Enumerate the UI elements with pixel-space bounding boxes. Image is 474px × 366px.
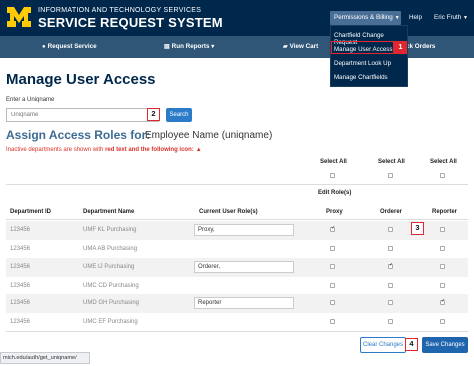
circle-icon: ● [42, 44, 46, 50]
department-id: 123456 [10, 227, 31, 233]
orderer-checkbox[interactable] [388, 319, 393, 324]
nav-request-service[interactable]: ● Request Service [42, 43, 97, 50]
department-id: 123456 [10, 283, 31, 289]
nav-view-cart[interactable]: ▰ View Cart [283, 43, 318, 50]
select-all-orderer-label: Select All [378, 159, 405, 165]
table-row: 123456 UMD GH Purchasing Reporter [6, 294, 468, 313]
header-divider [6, 219, 468, 220]
brand-subtitle: INFORMATION AND TECHNOLOGY SERVICES [38, 7, 202, 14]
current-role-field[interactable]: Reporter [194, 297, 294, 309]
callout-1: 1 [394, 41, 407, 54]
select-all-proxy-checkbox[interactable] [330, 173, 335, 178]
orderer-checkbox[interactable] [388, 283, 393, 288]
save-changes-button[interactable]: Save Changes [422, 337, 468, 353]
assign-roles-subject: Employee Name (uniqname) [145, 130, 273, 141]
col-department-id: Department ID [10, 209, 52, 215]
department-name: UMA AB Purchasing [83, 246, 138, 252]
permissions-menu-label: Permissions & Billing [334, 14, 393, 21]
divider [6, 184, 468, 185]
assign-roles-title: Assign Access Roles for: [6, 128, 151, 142]
col-department-name: Department Name [83, 209, 135, 215]
callout-3: 3 [411, 222, 424, 235]
inactive-note-bold: red text and the following icon: [105, 147, 194, 153]
nav-track-orders[interactable]: ck Orders [406, 43, 435, 50]
reporter-checkbox[interactable] [440, 298, 445, 305]
proxy-checkbox[interactable] [330, 283, 335, 288]
table-row: 123456 UMA AB Purchasing [6, 240, 468, 259]
orderer-checkbox[interactable] [388, 300, 393, 305]
department-id: 123456 [10, 246, 31, 252]
department-name: UMC CD Purchasing [83, 283, 139, 289]
nav-request-service-label: Request Service [47, 43, 97, 50]
select-all-reporter-label: Select All [430, 159, 457, 165]
uniqname-label: Enter a Uniqname [6, 97, 55, 103]
proxy-checkbox[interactable] [330, 300, 335, 305]
permissions-billing-menu[interactable]: Permissions & Billing ▼ [330, 11, 401, 25]
orderer-checkbox[interactable] [388, 262, 393, 269]
caret-down-icon: ▾ [211, 44, 215, 50]
department-name: UMC EF Purchasing [83, 319, 138, 325]
reporter-checkbox[interactable] [440, 246, 445, 251]
nav-run-reports-label: Run Reports [171, 43, 210, 50]
umich-block-m-logo[interactable] [6, 5, 32, 29]
current-role-field[interactable]: Proxy, [194, 224, 294, 236]
col-current-roles: Current User Role(s) [199, 209, 258, 215]
reporter-checkbox[interactable] [440, 264, 445, 269]
reporter-checkbox[interactable] [440, 319, 445, 324]
table-row: 123456 UME IJ Purchasing Orderer, [6, 258, 468, 277]
nav-view-cart-label: View Cart [289, 43, 319, 50]
proxy-checkbox[interactable] [330, 225, 335, 232]
department-id: 123456 [10, 300, 31, 306]
col-orderer: Orderer [380, 209, 403, 215]
table-row: 123456 UMC EF Purchasing [6, 313, 468, 332]
callout-2: 2 [147, 108, 160, 121]
callout-4: 4 [405, 338, 418, 351]
orderer-checkbox[interactable] [388, 227, 393, 232]
caret-down-icon: ▼ [463, 15, 468, 21]
clear-changes-button[interactable]: Clear Changes [360, 337, 406, 353]
table-bottom-divider [6, 331, 468, 332]
uniqname-input[interactable] [6, 108, 159, 122]
warning-icon: ▲ [195, 147, 202, 153]
table-row: 123456 UMF KL Purchasing Proxy, [6, 221, 468, 240]
current-role-field[interactable]: Orderer, [194, 261, 294, 273]
department-name: UMD GH Purchasing [83, 300, 140, 306]
status-url: mich.edu/auth/get_uniqname/ [0, 352, 90, 364]
nav-run-reports[interactable]: ▤ Run Reports ▾ [164, 43, 216, 50]
reporter-checkbox[interactable] [440, 227, 445, 232]
callout-1-highlight [331, 41, 394, 54]
department-id: 123456 [10, 264, 31, 270]
department-name: UME IJ Purchasing [83, 264, 135, 270]
col-proxy: Proxy [326, 209, 343, 215]
select-all-orderer-checkbox[interactable] [388, 173, 393, 178]
select-all-reporter-checkbox[interactable] [440, 173, 445, 178]
select-all-proxy-label: Select All [320, 159, 347, 165]
cart-icon: ▰ [283, 44, 288, 50]
dropdown-department-look-up[interactable]: Department Look Up [334, 60, 391, 67]
help-link[interactable]: Help [409, 14, 422, 21]
permissions-dropdown: Chartfield Change Request Manage User Ac… [330, 25, 408, 87]
user-menu[interactable]: Eric Fruth ▼ [434, 14, 468, 21]
reporter-checkbox[interactable] [440, 283, 445, 288]
search-button[interactable]: Search [166, 108, 192, 122]
inactive-note-text: Inactive departments are shown with [6, 147, 106, 153]
proxy-checkbox[interactable] [330, 264, 335, 269]
department-id: 123456 [10, 319, 31, 325]
inactive-department-note: Inactive departments are shown with red … [6, 147, 202, 153]
user-name: Eric Fruth [434, 14, 462, 21]
caret-down-icon: ▼ [394, 15, 400, 21]
department-name: UMF KL Purchasing [83, 227, 137, 233]
proxy-checkbox[interactable] [330, 319, 335, 324]
reports-icon: ▤ [164, 44, 170, 50]
proxy-checkbox[interactable] [330, 246, 335, 251]
brand-title: SERVICE REQUEST SYSTEM [38, 15, 223, 30]
edit-roles-header: Edit Role(s) [318, 190, 352, 196]
page-title: Manage User Access [6, 71, 156, 88]
orderer-checkbox[interactable] [388, 246, 393, 251]
col-reporter: Reporter [432, 209, 458, 215]
dropdown-manage-chartfields[interactable]: Manage Chartfields [334, 74, 388, 81]
